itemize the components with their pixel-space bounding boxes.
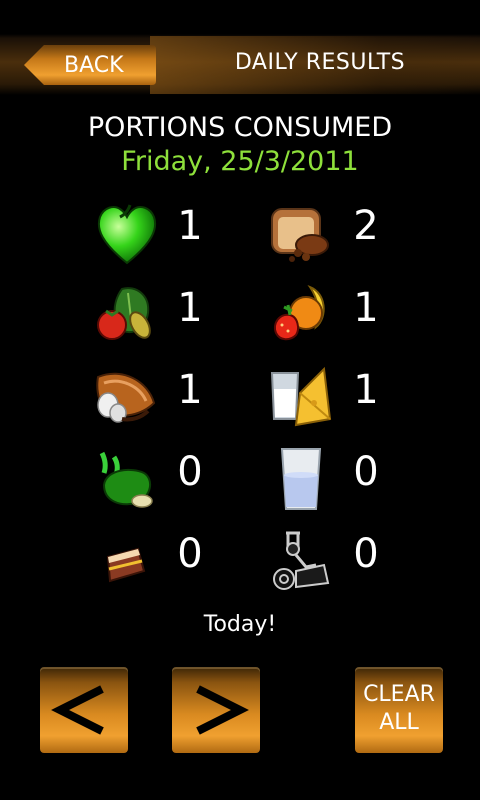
back-button[interactable]: BACK — [24, 44, 156, 86]
portion-count: 1 — [177, 285, 203, 331]
portion-count: 0 — [353, 531, 379, 577]
portion-cell-cake: 0 — [0, 523, 240, 605]
vegetables-icon — [97, 287, 151, 340]
cake-slice-icon — [106, 547, 146, 583]
clear-all-label: CLEAR ALL — [355, 681, 443, 737]
previous-day-button[interactable] — [40, 667, 128, 753]
portion-count: 0 — [177, 531, 203, 577]
next-day-button[interactable] — [172, 667, 260, 753]
water-glass-icon — [280, 448, 322, 510]
portion-cell-dairy: 1 — [240, 359, 480, 441]
portion-cell-meat: 1 — [0, 359, 240, 441]
exercise-icon — [273, 531, 330, 590]
day-status: Today! — [203, 612, 277, 637]
clear-all-line2: ALL — [379, 710, 419, 735]
portions-heading: PORTIONS CONSUMED — [87, 112, 393, 143]
oils-fats-icon — [99, 451, 153, 508]
portion-count: 2 — [353, 203, 379, 249]
portion-count: 1 — [353, 285, 379, 331]
fruit-icon — [274, 284, 325, 341]
portion-count: 0 — [177, 449, 203, 495]
portion-cell-oils: 0 — [0, 441, 240, 523]
portion-cell-heart: 1 — [0, 195, 240, 277]
screen-title: DAILY RESULTS — [234, 50, 406, 75]
clear-all-button[interactable]: CLEAR ALL — [355, 667, 443, 753]
chevron-right-icon — [196, 685, 249, 735]
portion-cell-vegetables: 1 — [0, 277, 240, 359]
meat-eggs-icon — [96, 372, 156, 423]
bread-icon — [271, 208, 329, 262]
portion-count: 1 — [177, 203, 203, 249]
portion-cell-fruit: 1 — [240, 277, 480, 359]
portion-count: 0 — [353, 449, 379, 495]
clear-all-line1: CLEAR — [363, 682, 435, 707]
heart-icon — [97, 204, 157, 265]
portion-cell-exercise: 0 — [240, 523, 480, 605]
dairy-icon — [270, 366, 332, 427]
results-date: Friday, 25/3/2011 — [121, 146, 359, 177]
back-button-label: BACK — [64, 53, 124, 78]
portion-cell-bread: 2 — [240, 195, 480, 277]
portion-count: 1 — [353, 367, 379, 413]
portion-cell-water: 0 — [240, 441, 480, 523]
chevron-left-icon — [51, 685, 104, 735]
portion-count: 1 — [177, 367, 203, 413]
